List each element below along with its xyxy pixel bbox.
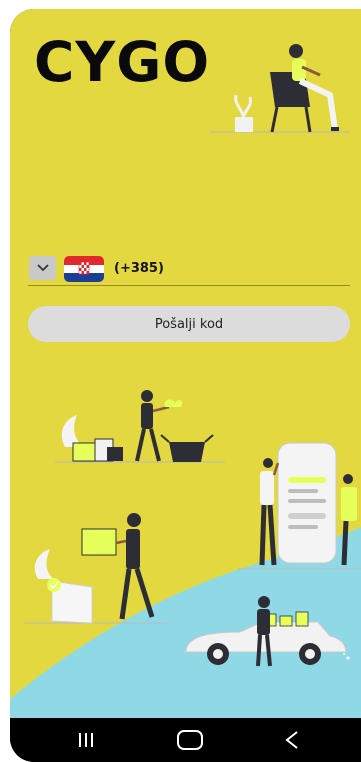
phone-frame: CYGO (+385) Pošalji kod (10, 9, 361, 762)
recent-apps-icon (79, 733, 93, 747)
chevron-down-icon (36, 264, 49, 272)
home-icon (177, 730, 203, 750)
delivery-box-illustration (24, 513, 169, 624)
login-screen: CYGO (+385) Pošalji kod (10, 9, 361, 718)
country-code-dropdown[interactable] (29, 256, 56, 280)
system-navigation-bar (10, 718, 361, 762)
back-icon (285, 731, 298, 749)
home-button[interactable] (170, 726, 210, 754)
recent-apps-button[interactable] (66, 726, 106, 754)
packing-boxes-illustration (55, 390, 225, 463)
country-code-label: (+385) (114, 261, 164, 276)
back-button[interactable] (272, 726, 312, 754)
delivery-car-illustration (185, 596, 350, 667)
send-code-button[interactable]: Pošalji kod (28, 306, 350, 342)
woman-on-chair-illustration (210, 44, 350, 133)
croatia-flag-icon[interactable] (64, 256, 104, 282)
mobile-app-illustration (238, 442, 361, 570)
app-logo: CYGO (34, 30, 211, 94)
phone-number-field[interactable]: (+385) (28, 254, 350, 286)
